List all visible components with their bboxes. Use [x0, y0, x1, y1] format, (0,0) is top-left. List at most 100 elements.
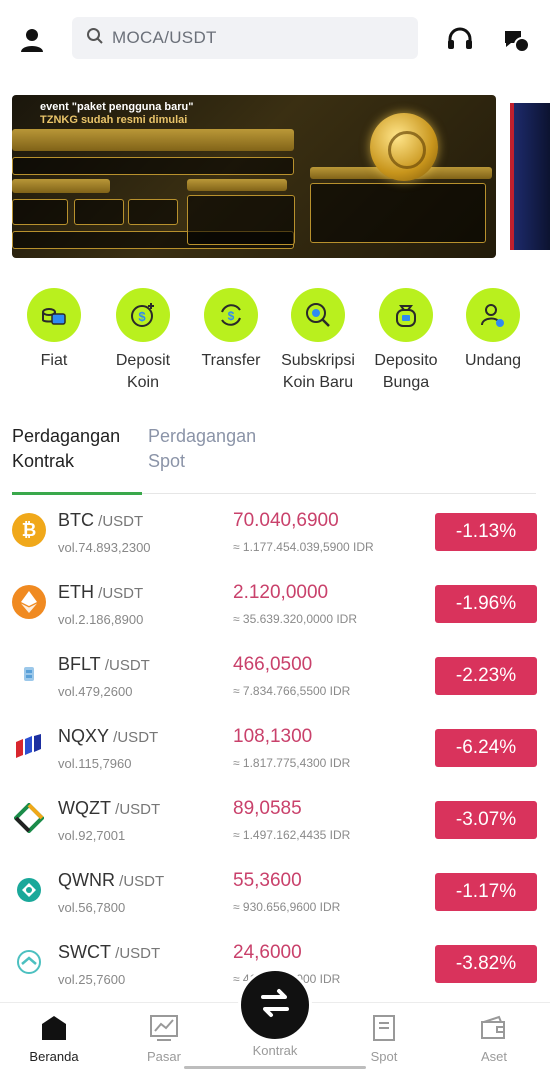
chart-icon: [148, 1013, 180, 1043]
tab-perdagangan-spot[interactable]: Perdagangan Spot: [148, 424, 288, 474]
swct-coin-icon: [12, 945, 46, 979]
pair-name: ETH /USDT: [58, 582, 143, 603]
change-badge[interactable]: -3.07%: [435, 801, 537, 839]
last-price: 108,1300: [233, 726, 313, 747]
dollar-transfer-icon: $: [204, 288, 258, 342]
market-row-eth[interactable]: ETH /USDT vol.2.186,8900 2.120,0000 ≈ 35…: [0, 568, 550, 640]
wqzt-coin-icon: [12, 801, 46, 835]
pair-name: NQXY /USDT: [58, 726, 158, 747]
promo-banner[interactable]: event "paket pengguna baru" TZNKG sudah …: [12, 95, 496, 258]
money-bag-icon: [379, 288, 433, 342]
svg-text:$: $: [228, 309, 235, 323]
market-row-bflt[interactable]: BFLT /USDT vol.479,2600 466,0500 ≈ 7.834…: [0, 640, 550, 712]
market-row-btc[interactable]: ₿ BTC /USDT vol.74.893,2300 70.040,6900 …: [0, 496, 550, 568]
swap-arrows-icon: [255, 983, 295, 1028]
coin-symbol: BFLT: [58, 654, 101, 674]
quote-currency: /USDT: [94, 513, 144, 530]
coin-symbol: ETH: [58, 582, 94, 602]
change-badge[interactable]: -6.24%: [435, 729, 537, 767]
svg-text:$: $: [138, 309, 146, 324]
bflt-coin-icon: [12, 657, 46, 691]
menu-deposit-koin[interactable]: $ Deposit Koin: [98, 288, 188, 394]
menu-label: Undang: [464, 352, 522, 369]
last-price: 466,0500: [233, 654, 313, 675]
coin-symbol: SWCT: [58, 942, 111, 962]
pair-name: SWCT /USDT: [58, 942, 160, 963]
quote-currency: /USDT: [115, 873, 165, 890]
banner-decor: [128, 199, 178, 225]
change-badge[interactable]: -2.23%: [435, 657, 537, 695]
volume: vol.25,7600: [58, 972, 126, 987]
swap-button[interactable]: [238, 968, 312, 1042]
quick-menu: Fiat $ Deposit Koin $ Transfer Subskrips…: [0, 288, 550, 398]
wallet-coins-icon: [27, 288, 81, 342]
wallet-icon: [478, 1013, 510, 1043]
nav-pasar[interactable]: Pasar: [124, 1013, 204, 1064]
nav-aset[interactable]: Aset: [454, 1013, 534, 1064]
nav-spot[interactable]: Spot: [344, 1013, 424, 1064]
chat-icon[interactable]: [496, 20, 536, 60]
tab-perdagangan-kontrak[interactable]: Perdagangan Kontrak: [12, 424, 146, 474]
idr-equivalent: ≈ 35.639.320,0000 IDR: [233, 612, 358, 626]
volume: vol.74.893,2300: [58, 540, 151, 555]
qwnr-coin-icon: [12, 873, 46, 907]
nav-label: Aset: [480, 1049, 507, 1064]
coin-symbol: QWNR: [58, 870, 115, 890]
nav-label: Pasar: [147, 1049, 181, 1064]
banner-decor: [12, 199, 68, 225]
banner-decor: [187, 195, 295, 245]
pair-name: QWNR /USDT: [58, 870, 164, 891]
nav-beranda[interactable]: Beranda: [14, 1013, 94, 1064]
banner-subtitle: TZNKG sudah resmi dimulai: [40, 114, 188, 126]
coin-search-icon: [291, 288, 345, 342]
quote-currency: /USDT: [111, 945, 161, 962]
banner-decor: [12, 129, 294, 151]
last-price: 70.040,6900: [233, 510, 339, 531]
coin-symbol: WQZT: [58, 798, 111, 818]
menu-transfer[interactable]: $ Transfer: [186, 288, 276, 372]
btc-coin-icon: ₿: [12, 513, 46, 547]
volume: vol.92,7001: [58, 828, 126, 843]
user-icon[interactable]: [12, 20, 52, 60]
search-bar[interactable]: MOCA/USDT: [72, 17, 418, 59]
change-badge[interactable]: -1.17%: [435, 873, 537, 911]
menu-undang[interactable]: Undang: [448, 288, 538, 372]
document-icon: [368, 1013, 400, 1043]
menu-label: Subskripsi Koin Baru: [281, 352, 355, 391]
menu-subskripsi[interactable]: Subskripsi Koin Baru: [273, 288, 363, 394]
idr-equivalent: ≈ 7.834.766,5500 IDR: [233, 684, 351, 698]
banner-decor: [12, 157, 294, 175]
last-price: 2.120,0000: [233, 582, 329, 603]
menu-deposito-bunga[interactable]: Deposito Bunga: [361, 288, 451, 394]
quote-currency: /USDT: [100, 657, 150, 674]
change-badge[interactable]: -1.96%: [435, 585, 537, 623]
change-badge[interactable]: -1.13%: [435, 513, 537, 551]
home-icon: [38, 1013, 70, 1043]
top-header: MOCA/USDT: [0, 0, 550, 80]
coin-symbol: NQXY: [58, 726, 110, 746]
menu-fiat[interactable]: Fiat: [9, 288, 99, 372]
volume: vol.479,2600: [58, 684, 133, 699]
banner-decor: [12, 179, 110, 193]
banner-title: event "paket pengguna baru" TZNKG sudah …: [40, 101, 194, 126]
idr-equivalent: ≈ 930.656,9600 IDR: [233, 900, 341, 914]
menu-label: Deposito Bunga: [374, 352, 438, 391]
nav-label: Spot: [370, 1049, 398, 1064]
market-row-qwnr[interactable]: QWNR /USDT vol.56,7800 55,3600 ≈ 930.656…: [0, 856, 550, 928]
last-price: 24,6000: [233, 942, 302, 963]
pair-name: BTC /USDT: [58, 510, 143, 531]
market-row-nqxy[interactable]: NQXY /USDT vol.115,7960 108,1300 ≈ 1.817…: [0, 712, 550, 784]
change-badge[interactable]: -3.82%: [435, 945, 537, 983]
next-banner-preview[interactable]: [510, 103, 550, 250]
pair-name: WQZT /USDT: [58, 798, 160, 819]
coin-graphic: [370, 113, 438, 181]
banner-decor: [74, 199, 124, 225]
market-row-wqzt[interactable]: WQZT /USDT vol.92,7001 89,0585 ≈ 1.497.1…: [0, 784, 550, 856]
banner-decor: [187, 179, 287, 191]
menu-label: Deposit Koin: [115, 352, 171, 391]
idr-equivalent: ≈ 1.817.775,4300 IDR: [233, 756, 351, 770]
headset-icon[interactable]: [440, 20, 480, 60]
nav-kontrak[interactable]: Kontrak: [235, 1043, 315, 1058]
coin-symbol: BTC: [58, 510, 94, 530]
eth-coin-icon: [12, 585, 46, 619]
